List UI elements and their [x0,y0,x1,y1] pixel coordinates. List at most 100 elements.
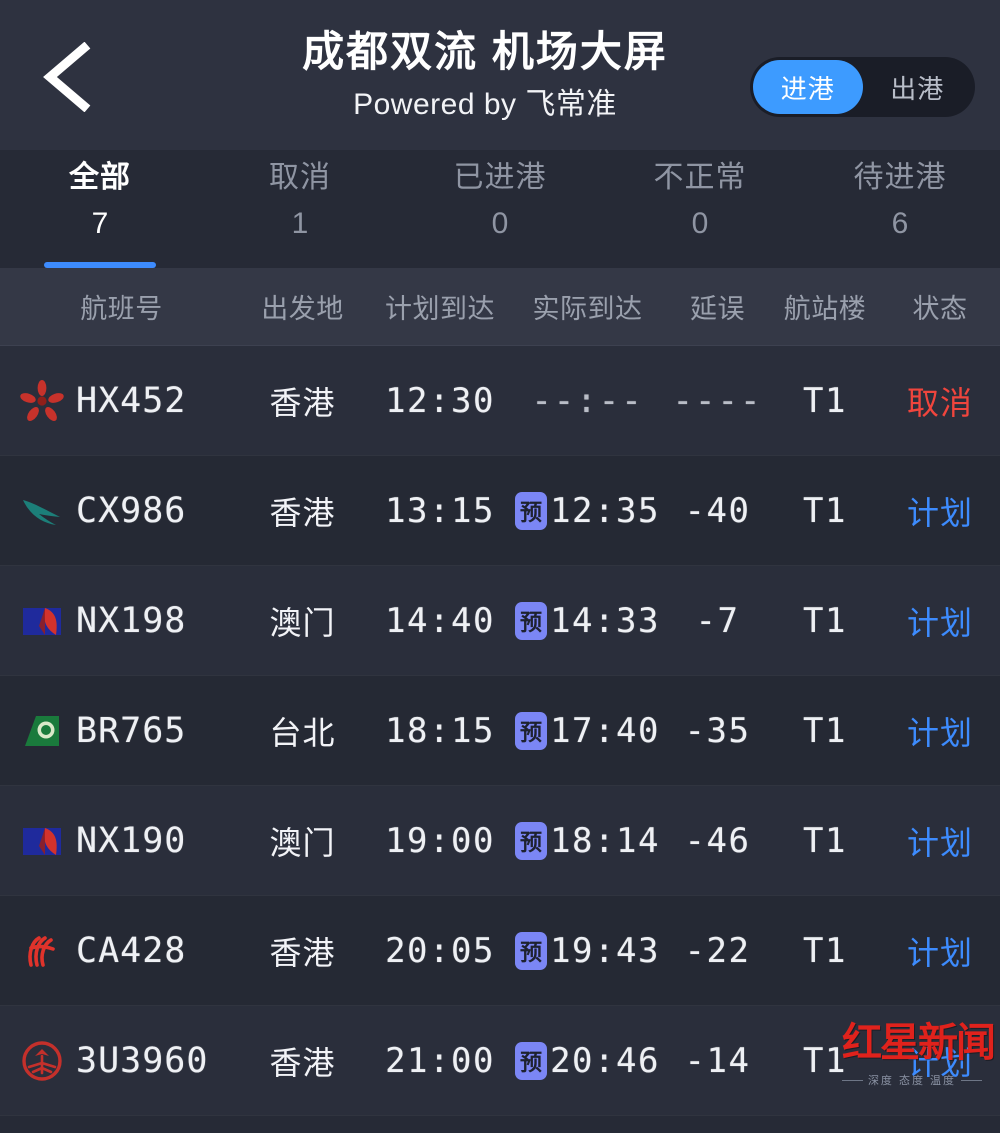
estimated-badge: 预 [515,711,548,750]
toggle-option-arrival[interactable]: 进港 [753,60,863,114]
status-badge: 计划 [906,714,973,751]
flight-number: NX198 [76,600,187,641]
scheduled-time: 14:40 [385,600,495,641]
column-header-actual: 实际到达 [532,294,643,324]
column-header-status: 状态 [912,294,968,324]
tab-count: 0 [691,206,709,240]
delay-minutes: -22 [684,930,751,971]
flight-table-body: HX452 香港 12:30 --:-- ---- T1 取消 CX986 香港… [0,346,1000,1116]
tab-label: 不正常 [653,161,747,194]
toggle-option-departure[interactable]: 出港 [863,60,973,114]
estimated-badge: 预 [515,821,548,860]
tab-all[interactable]: 全部 7 [0,158,200,268]
flight-number: 3U3960 [76,1040,209,1081]
table-row[interactable]: CA428 香港 20:05 预 19:43 -22 T1 计划 [0,896,1000,1006]
tab-label: 待进港 [853,161,947,194]
terminal: T1 [803,930,847,971]
terminal: T1 [803,600,847,641]
tab-count: 1 [291,206,309,240]
table-row[interactable]: HX452 香港 12:30 --:-- ---- T1 取消 [0,346,1000,456]
airline-logo-air-macau-icon [20,819,64,863]
status-badge: 计划 [906,494,973,531]
origin-city: 香港 [269,384,336,421]
delay-minutes: -35 [684,710,751,751]
delay-minutes: -7 [695,600,740,641]
tab-count: 0 [491,206,509,240]
tab-count: 6 [891,206,909,240]
column-header-terminal: 航站楼 [783,294,867,324]
table-row[interactable]: CX986 香港 13:15 预 12:35 -40 T1 计划 [0,456,1000,566]
origin-city: 香港 [269,1044,336,1081]
column-header-origin: 出发地 [261,294,344,324]
status-badge: 取消 [906,384,973,421]
estimated-badge: 预 [515,491,548,530]
tab-irregular[interactable]: 不正常 0 [600,158,800,268]
tab-label: 全部 [69,161,131,194]
terminal: T1 [803,710,847,751]
scheduled-time: 20:05 [385,930,495,971]
scheduled-time: 12:30 [385,380,495,421]
actual-time: 17:40 [550,710,660,751]
back-button[interactable] [38,42,98,112]
column-header-scheduled: 计划到达 [385,294,495,324]
actual-time: 19:43 [550,930,660,971]
delay-minutes: -46 [684,820,751,861]
origin-city: 台北 [269,714,336,751]
airline-logo-air-china-icon [20,929,64,973]
estimated-badge: 预 [515,601,548,640]
terminal: T1 [803,490,847,531]
estimated-badge: 预 [515,1041,548,1080]
flight-number: HX452 [76,380,187,421]
flight-number: CX986 [76,490,187,531]
flight-table-header: 航班号 出发地 计划到达 实际到达 延误 航站楼 状态 [0,268,1000,346]
scheduled-time: 19:00 [385,820,495,861]
actual-time: 18:14 [550,820,660,861]
table-row[interactable]: BR765 台北 18:15 预 17:40 -35 T1 计划 [0,676,1000,786]
status-badge: 计划 [906,1044,973,1081]
tab-arrived[interactable]: 已进港 0 [400,158,600,268]
delay-minutes: -40 [684,490,751,531]
status-badge: 计划 [906,824,973,861]
status-badge: 计划 [906,604,973,641]
column-header-delay: 延误 [690,294,745,324]
flight-number: NX190 [76,820,187,861]
origin-city: 香港 [269,494,336,531]
tab-active-indicator [44,262,156,268]
table-row[interactable]: NX190 澳门 19:00 预 18:14 -46 T1 计划 [0,786,1000,896]
actual-time: --:-- [531,380,644,421]
status-filter-tabs: 全部 7 取消 1 已进港 0 不正常 0 待进港 6 [0,150,1000,268]
app-header: 成都双流 机场大屏 Powered by 飞常准 进港 出港 [0,0,1000,150]
tab-label: 已进港 [453,161,547,194]
actual-time: 12:35 [550,490,660,531]
status-badge: 计划 [906,934,973,971]
chevron-left-icon [38,42,98,112]
terminal: T1 [803,1040,847,1081]
actual-time: 14:33 [550,600,660,641]
table-row[interactable]: 3U3960 香港 21:00 预 20:46 -14 T1 计划 红星新闻 深… [0,1006,1000,1116]
actual-time: 20:46 [550,1040,660,1081]
terminal: T1 [803,380,847,421]
tab-label: 取消 [269,161,331,194]
terminal: T1 [803,820,847,861]
scheduled-time: 21:00 [385,1040,495,1081]
tab-count: 7 [91,206,109,240]
delay-minutes: ---- [672,380,763,421]
tab-cancelled[interactable]: 取消 1 [200,158,400,268]
airline-logo-hong-kong-airlines-icon [20,379,64,423]
origin-city: 澳门 [269,604,336,641]
table-row[interactable]: NX198 澳门 14:40 预 14:33 -7 T1 计划 [0,566,1000,676]
airline-logo-eva-air-icon [20,709,64,753]
arrival-departure-toggle[interactable]: 进港 出港 [750,57,975,117]
airline-logo-sichuan-airlines-icon [20,1039,64,1083]
flight-number: BR765 [76,710,187,751]
scheduled-time: 13:15 [385,490,495,531]
estimated-badge: 预 [515,931,548,970]
scheduled-time: 18:15 [385,710,495,751]
airline-logo-air-macau-icon [20,599,64,643]
column-header-flight-no: 航班号 [80,294,163,324]
delay-minutes: -14 [684,1040,751,1081]
flight-number: CA428 [76,930,187,971]
tab-pending-arrival[interactable]: 待进港 6 [800,158,1000,268]
origin-city: 香港 [269,934,336,971]
airline-logo-cathay-pacific-icon [20,489,64,533]
